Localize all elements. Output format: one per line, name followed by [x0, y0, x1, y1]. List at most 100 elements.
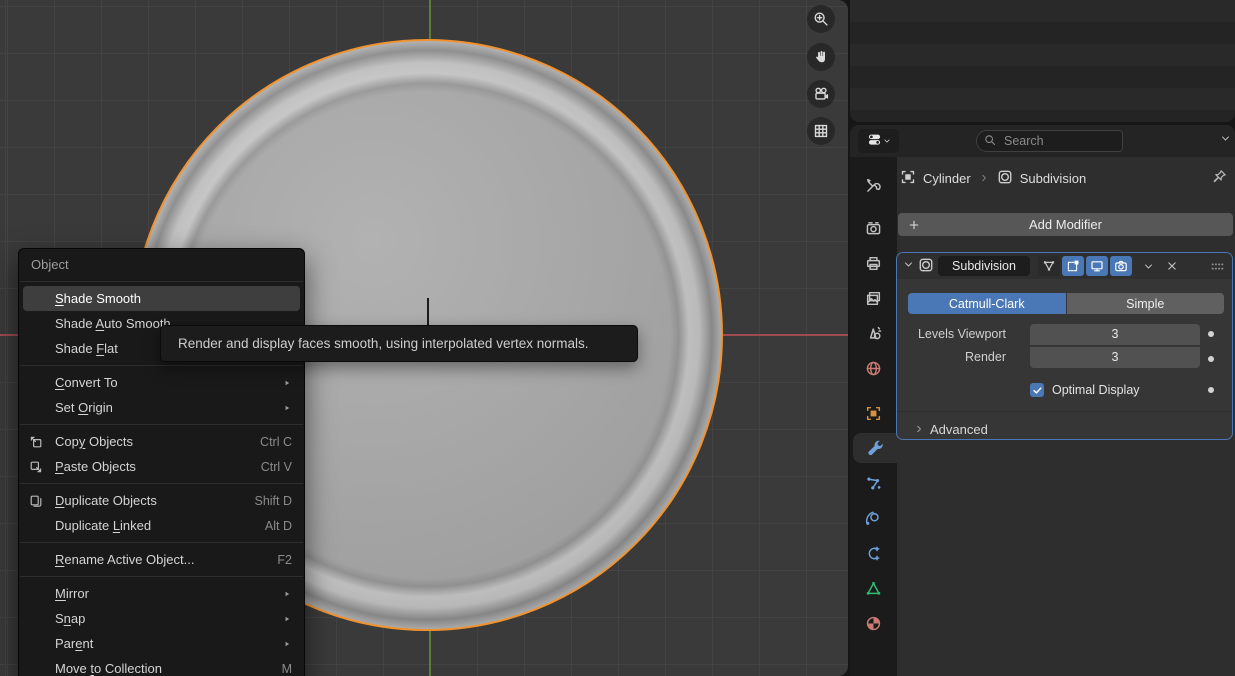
- add-modifier-button[interactable]: Add Modifier: [898, 213, 1233, 236]
- menu-item-move-to-collection[interactable]: Move to CollectionM: [23, 656, 300, 676]
- blender-window: Object Shade SmoothShade Auto SmoothShad…: [0, 0, 1235, 676]
- gizmo-camera-view-button[interactable]: [807, 80, 835, 108]
- menu-separator: [20, 542, 303, 543]
- render-field[interactable]: 3: [1030, 347, 1200, 368]
- menu-item-rename-active-object[interactable]: Rename Active Object... F2: [23, 547, 300, 572]
- segment-simple[interactable]: Simple: [1067, 293, 1225, 314]
- menu-separator: [20, 281, 303, 282]
- tab-scene[interactable]: [850, 318, 897, 348]
- menu-item-copy-objects[interactable]: Copy ObjectsCtrl C: [23, 429, 300, 454]
- tab-world[interactable]: [850, 353, 897, 383]
- menu-item-label: Parent: [55, 636, 279, 651]
- particles-icon: [865, 475, 882, 492]
- menu-item-mirror[interactable]: Mirror: [23, 581, 300, 606]
- levels-viewport-label: Levels Viewport: [897, 327, 1018, 341]
- paste-icon: [29, 460, 55, 474]
- viewlayer-icon: [865, 290, 882, 307]
- toggle-show-in-render[interactable]: [1110, 256, 1132, 276]
- header-options-chevron-icon[interactable]: [1220, 133, 1231, 147]
- menu-item-duplicate-linked[interactable]: Duplicate LinkedAlt D: [23, 513, 300, 538]
- context-menu-title: Object: [19, 253, 304, 277]
- tab-constraints[interactable]: [850, 538, 897, 568]
- tooltip-text: Render and display faces smooth, using i…: [178, 336, 588, 351]
- gizmo-pan-button[interactable]: [807, 43, 835, 71]
- optimal-display-row: Optimal Display: [1030, 381, 1140, 399]
- gizmo-toggle-projection-button[interactable]: [807, 117, 835, 145]
- search-icon: [984, 134, 996, 149]
- menu-item-set-origin[interactable]: Set Origin: [23, 395, 300, 420]
- object-icon: [900, 169, 916, 188]
- menu-item-shortcut: F2: [277, 553, 292, 567]
- expand-chevron-icon[interactable]: [903, 259, 914, 273]
- menu-item-duplicate-objects[interactable]: Duplicate ObjectsShift D: [23, 488, 300, 513]
- delete-modifier-button[interactable]: [1162, 256, 1182, 276]
- chevron-right-icon: [914, 424, 924, 434]
- menu-separator: [20, 576, 303, 577]
- tab-view-layer[interactable]: [850, 283, 897, 313]
- duplicate-icon: [29, 494, 55, 508]
- menu-item-label: Mirror: [55, 586, 279, 601]
- decorator-dot[interactable]: [1208, 356, 1214, 362]
- levels-viewport-row: Levels Viewport 3: [897, 323, 1232, 345]
- material-icon: [865, 615, 882, 632]
- menu-item-convert-to[interactable]: Convert To: [23, 370, 300, 395]
- properties-region: Cylinder Subdivision Add Modifier Subdiv…: [850, 125, 1235, 676]
- breadcrumb-modifier[interactable]: Subdivision: [997, 169, 1087, 188]
- segment-catmull-clark[interactable]: Catmull-Clark: [908, 293, 1066, 314]
- check-icon: [1032, 385, 1043, 396]
- tab-data[interactable]: [850, 573, 897, 603]
- menu-item-label: Paste Objects: [55, 459, 251, 474]
- optimal-display-label: Optimal Display: [1052, 383, 1140, 397]
- grid-icon: [813, 123, 829, 139]
- cursor-tick-marker: [427, 298, 429, 325]
- menu-item-label: Convert To: [55, 375, 279, 390]
- toggle-show-on-cage[interactable]: [1038, 256, 1060, 276]
- gizmo-zoom-button[interactable]: [807, 5, 835, 33]
- tab-material[interactable]: [850, 608, 897, 638]
- menu-item-parent[interactable]: Parent: [23, 631, 300, 656]
- menu-item-shade-smooth[interactable]: Shade Smooth: [23, 286, 300, 311]
- tab-render[interactable]: [850, 213, 897, 243]
- add-modifier-label: Add Modifier: [1029, 217, 1102, 232]
- tab-particles[interactable]: [850, 468, 897, 498]
- constraint-icon: [865, 545, 882, 562]
- pin-icon[interactable]: [1212, 169, 1227, 187]
- breadcrumb-object[interactable]: Cylinder: [900, 169, 971, 188]
- menu-item-snap[interactable]: Snap: [23, 606, 300, 631]
- tab-physics[interactable]: [850, 503, 897, 533]
- properties-editor-icon: [867, 132, 882, 150]
- outliner-region[interactable]: [850, 0, 1235, 122]
- search-box[interactable]: [976, 130, 1123, 152]
- decorator-dot[interactable]: [1208, 387, 1214, 393]
- levels-viewport-field[interactable]: 3: [1030, 324, 1200, 345]
- object-context-menu: Object Shade SmoothShade Auto SmoothShad…: [18, 248, 305, 676]
- menu-item-label: Rename Active Object...: [55, 552, 267, 567]
- tab-tool[interactable]: [850, 170, 897, 200]
- toggle-show-in-viewport[interactable]: [1086, 256, 1108, 276]
- drag-handle[interactable]: [1210, 259, 1225, 274]
- physics-icon: [865, 510, 882, 527]
- subsurf-icon: [918, 257, 934, 276]
- subsurf-icon: [997, 169, 1013, 188]
- tab-output[interactable]: [850, 248, 897, 278]
- subdivision-modifier-panel: Subdivision Catmull-ClarkSimple Levels V…: [896, 252, 1233, 440]
- scene-icon: [865, 325, 882, 342]
- menu-item-shortcut: Ctrl V: [261, 460, 292, 474]
- menu-item-paste-objects[interactable]: Paste Objects Ctrl V: [23, 454, 300, 479]
- printer-icon: [865, 255, 882, 272]
- menu-item-label: Move to Collection: [55, 661, 272, 676]
- modifier-extras-button[interactable]: [1138, 256, 1158, 276]
- toggle-show-in-editmode[interactable]: [1062, 256, 1084, 276]
- advanced-section-toggle[interactable]: Advanced: [914, 419, 988, 439]
- editmode-icon: [1066, 259, 1080, 273]
- tab-object[interactable]: [850, 398, 897, 428]
- search-input[interactable]: [1002, 133, 1106, 149]
- decorator-dot[interactable]: [1208, 331, 1214, 337]
- optimal-display-checkbox[interactable]: [1030, 383, 1044, 397]
- editor-type-button[interactable]: [858, 129, 899, 153]
- cage-icon: [1042, 259, 1056, 273]
- render-row: Render 3: [897, 346, 1232, 368]
- modifier-panel-header: Subdivision: [897, 253, 1232, 279]
- modifier-name-field[interactable]: Subdivision: [938, 256, 1030, 276]
- tab-modifiers[interactable]: [853, 433, 897, 463]
